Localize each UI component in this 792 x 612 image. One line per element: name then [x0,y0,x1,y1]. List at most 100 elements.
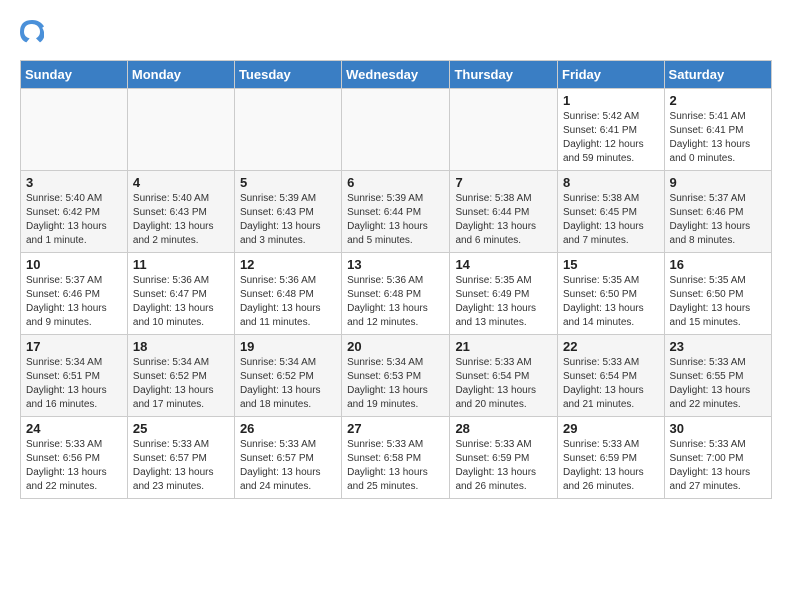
day-number: 19 [240,339,336,354]
calendar-cell: 15 Sunrise: 5:35 AM Sunset: 6:50 PM Dayli… [558,253,665,335]
weekday-header-wednesday: Wednesday [342,61,450,89]
day-info: Sunrise: 5:33 AM Sunset: 6:57 PM Dayligh… [240,438,336,494]
calendar-cell: 29 Sunrise: 5:33 AM Sunset: 6:59 PM Dayli… [558,417,665,499]
day-info: Sunrise: 5:38 AM Sunset: 6:44 PM Dayligh… [455,192,552,248]
day-number: 4 [133,175,229,190]
calendar-table: SundayMondayTuesdayWednesdayThursdayFrid… [20,60,772,499]
day-info: Sunrise: 5:34 AM Sunset: 6:53 PM Dayligh… [347,356,444,412]
calendar-cell: 4 Sunrise: 5:40 AM Sunset: 6:43 PM Daylig… [127,171,234,253]
day-number: 13 [347,257,444,272]
calendar-cell: 13 Sunrise: 5:36 AM Sunset: 6:48 PM Dayli… [342,253,450,335]
day-info: Sunrise: 5:33 AM Sunset: 6:54 PM Dayligh… [455,356,552,412]
calendar-cell: 18 Sunrise: 5:34 AM Sunset: 6:52 PM Dayli… [127,335,234,417]
day-number: 17 [26,339,122,354]
day-number: 12 [240,257,336,272]
day-info: Sunrise: 5:33 AM Sunset: 6:54 PM Dayligh… [563,356,659,412]
day-number: 27 [347,421,444,436]
calendar-cell: 28 Sunrise: 5:33 AM Sunset: 6:59 PM Dayli… [450,417,558,499]
calendar-cell: 5 Sunrise: 5:39 AM Sunset: 6:43 PM Daylig… [234,171,341,253]
day-info: Sunrise: 5:33 AM Sunset: 6:55 PM Dayligh… [670,356,766,412]
day-info: Sunrise: 5:34 AM Sunset: 6:51 PM Dayligh… [26,356,122,412]
day-info: Sunrise: 5:39 AM Sunset: 6:44 PM Dayligh… [347,192,444,248]
day-info: Sunrise: 5:40 AM Sunset: 6:42 PM Dayligh… [26,192,122,248]
week-row-2: 3 Sunrise: 5:40 AM Sunset: 6:42 PM Daylig… [21,171,772,253]
week-row-3: 10Sunrise: 5:37 AM Sunset: 6:46 PM Dayli… [21,253,772,335]
weekday-header-saturday: Saturday [664,61,771,89]
day-number: 10 [26,257,122,272]
day-info: Sunrise: 5:37 AM Sunset: 6:46 PM Dayligh… [670,192,766,248]
calendar-cell [450,89,558,171]
calendar-cell: 19 Sunrise: 5:34 AM Sunset: 6:52 PM Dayli… [234,335,341,417]
weekday-header-thursday: Thursday [450,61,558,89]
day-number: 2 [670,93,766,108]
calendar-cell: 23 Sunrise: 5:33 AM Sunset: 6:55 PM Dayli… [664,335,771,417]
day-info: Sunrise: 5:36 AM Sunset: 6:48 PM Dayligh… [347,274,444,330]
day-info: Sunrise: 5:35 AM Sunset: 6:49 PM Dayligh… [455,274,552,330]
calendar-cell [127,89,234,171]
calendar-cell: 24 Sunrise: 5:33 AM Sunset: 6:56 PM Dayli… [21,417,128,499]
calendar-cell [21,89,128,171]
calendar-cell: 1Sunrise: 5:42 AM Sunset: 6:41 PM Daylig… [558,89,665,171]
week-row-5: 24 Sunrise: 5:33 AM Sunset: 6:56 PM Dayli… [21,417,772,499]
day-number: 18 [133,339,229,354]
day-info: Sunrise: 5:40 AM Sunset: 6:43 PM Dayligh… [133,192,229,248]
day-number: 21 [455,339,552,354]
calendar-cell: 25Sunrise: 5:33 AM Sunset: 6:57 PM Dayli… [127,417,234,499]
day-info: Sunrise: 5:33 AM Sunset: 6:56 PM Dayligh… [26,438,122,494]
day-number: 23 [670,339,766,354]
calendar-cell: 16 Sunrise: 5:35 AM Sunset: 6:50 PM Dayli… [664,253,771,335]
day-number: 16 [670,257,766,272]
day-info: Sunrise: 5:36 AM Sunset: 6:48 PM Dayligh… [240,274,336,330]
day-number: 1 [563,93,659,108]
weekday-header-tuesday: Tuesday [234,61,341,89]
day-info: Sunrise: 5:35 AM Sunset: 6:50 PM Dayligh… [563,274,659,330]
calendar-cell: 7 Sunrise: 5:38 AM Sunset: 6:44 PM Daylig… [450,171,558,253]
day-info: Sunrise: 5:33 AM Sunset: 6:58 PM Dayligh… [347,438,444,494]
day-info: Sunrise: 5:33 AM Sunset: 6:59 PM Dayligh… [563,438,659,494]
day-info: Sunrise: 5:33 AM Sunset: 6:57 PM Dayligh… [133,438,229,494]
calendar-cell: 12 Sunrise: 5:36 AM Sunset: 6:48 PM Dayli… [234,253,341,335]
day-number: 24 [26,421,122,436]
day-number: 26 [240,421,336,436]
day-number: 22 [563,339,659,354]
weekday-header-row: SundayMondayTuesdayWednesdayThursdayFrid… [21,61,772,89]
calendar-cell: 21 Sunrise: 5:33 AM Sunset: 6:54 PM Dayli… [450,335,558,417]
day-number: 15 [563,257,659,272]
day-number: 5 [240,175,336,190]
calendar-cell [234,89,341,171]
day-info: Sunrise: 5:34 AM Sunset: 6:52 PM Dayligh… [240,356,336,412]
calendar-cell: 6Sunrise: 5:39 AM Sunset: 6:44 PM Daylig… [342,171,450,253]
calendar-cell: 3 Sunrise: 5:40 AM Sunset: 6:42 PM Daylig… [21,171,128,253]
day-info: Sunrise: 5:33 AM Sunset: 6:59 PM Dayligh… [455,438,552,494]
day-number: 3 [26,175,122,190]
day-number: 9 [670,175,766,190]
calendar-cell: 14 Sunrise: 5:35 AM Sunset: 6:49 PM Dayli… [450,253,558,335]
calendar-cell: 11 Sunrise: 5:36 AM Sunset: 6:47 PM Dayli… [127,253,234,335]
calendar-cell: 27 Sunrise: 5:33 AM Sunset: 6:58 PM Dayli… [342,417,450,499]
calendar-cell: 26 Sunrise: 5:33 AM Sunset: 6:57 PM Dayli… [234,417,341,499]
day-number: 30 [670,421,766,436]
day-number: 7 [455,175,552,190]
day-number: 29 [563,421,659,436]
calendar-cell: 2Sunrise: 5:41 AM Sunset: 6:41 PM Daylig… [664,89,771,171]
logo-icon [20,20,44,44]
day-info: Sunrise: 5:36 AM Sunset: 6:47 PM Dayligh… [133,274,229,330]
calendar-cell: 30 Sunrise: 5:33 AM Sunset: 7:00 PM Dayli… [664,417,771,499]
calendar-cell: 9 Sunrise: 5:37 AM Sunset: 6:46 PM Daylig… [664,171,771,253]
logo [20,20,48,44]
day-info: Sunrise: 5:39 AM Sunset: 6:43 PM Dayligh… [240,192,336,248]
weekday-header-monday: Monday [127,61,234,89]
day-number: 11 [133,257,229,272]
weekday-header-friday: Friday [558,61,665,89]
page-header [20,20,772,44]
day-number: 14 [455,257,552,272]
day-number: 28 [455,421,552,436]
calendar-cell: 20Sunrise: 5:34 AM Sunset: 6:53 PM Dayli… [342,335,450,417]
calendar-cell [342,89,450,171]
day-info: Sunrise: 5:34 AM Sunset: 6:52 PM Dayligh… [133,356,229,412]
weekday-header-sunday: Sunday [21,61,128,89]
calendar-body: 1Sunrise: 5:42 AM Sunset: 6:41 PM Daylig… [21,89,772,499]
day-info: Sunrise: 5:38 AM Sunset: 6:45 PM Dayligh… [563,192,659,248]
day-info: Sunrise: 5:35 AM Sunset: 6:50 PM Dayligh… [670,274,766,330]
day-info: Sunrise: 5:33 AM Sunset: 7:00 PM Dayligh… [670,438,766,494]
